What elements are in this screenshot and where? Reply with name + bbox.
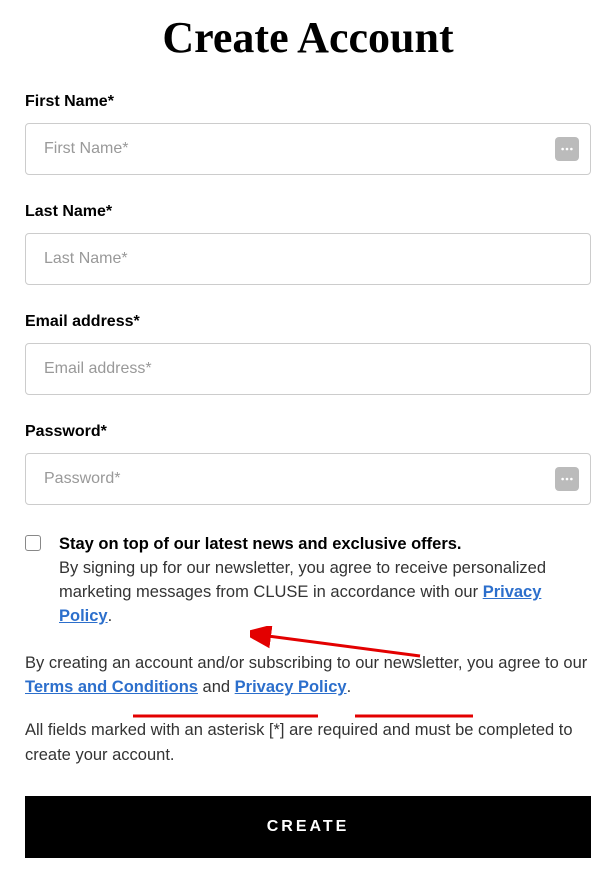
password-group: Password* (25, 423, 591, 505)
create-button[interactable]: CREATE (25, 796, 591, 858)
disclaimer-before: By creating an account and/or subscribin… (25, 654, 587, 672)
email-label: Email address* (25, 313, 591, 331)
first-name-label: First Name* (25, 93, 591, 111)
email-group: Email address* (25, 313, 591, 395)
newsletter-checkbox[interactable] (25, 535, 41, 551)
newsletter-after: . (108, 607, 113, 625)
disclaimer-after: . (347, 678, 352, 696)
password-input[interactable] (25, 453, 591, 505)
ellipsis-icon (555, 467, 579, 491)
page-title: Create Account (25, 12, 591, 63)
last-name-group: Last Name* (25, 203, 591, 285)
email-input[interactable] (25, 343, 591, 395)
newsletter-text: Stay on top of our latest news and exclu… (59, 533, 591, 629)
privacy-policy-link-2[interactable]: Privacy Policy (235, 678, 347, 696)
newsletter-before: By signing up for our newsletter, you ag… (59, 559, 546, 601)
required-note: All fields marked with an asterisk [*] a… (25, 718, 591, 768)
last-name-input[interactable] (25, 233, 591, 285)
terms-disclaimer: By creating an account and/or subscribin… (25, 651, 591, 701)
first-name-input[interactable] (25, 123, 591, 175)
password-label: Password* (25, 423, 591, 441)
ellipsis-icon (555, 137, 579, 161)
last-name-label: Last Name* (25, 203, 591, 221)
newsletter-group: Stay on top of our latest news and exclu… (25, 533, 591, 629)
newsletter-bold: Stay on top of our latest news and exclu… (59, 535, 462, 553)
terms-conditions-link[interactable]: Terms and Conditions (25, 678, 198, 696)
first-name-group: First Name* (25, 93, 591, 175)
disclaimer-middle: and (198, 678, 235, 696)
